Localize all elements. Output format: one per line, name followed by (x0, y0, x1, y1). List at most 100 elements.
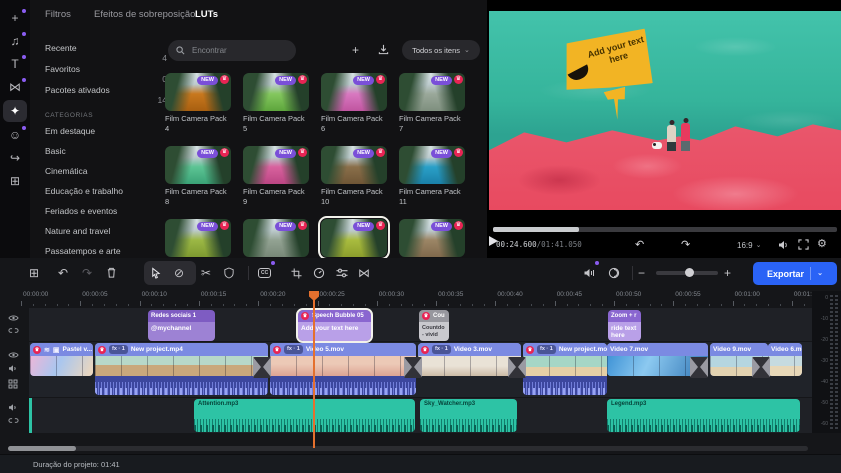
mask-shield-icon[interactable] (224, 264, 234, 282)
transition-icon[interactable] (508, 357, 526, 378)
lut-card[interactable]: NEW♛Film Camera Pack4 (165, 66, 235, 139)
timeline-scrollbar[interactable] (8, 446, 808, 451)
track-visibility-icon[interactable] (8, 351, 19, 359)
aspect-ratio-dropdown[interactable]: 16:9⌄ (737, 241, 761, 250)
lut-card[interactable]: NEW♛Film Camera Pack10 (321, 139, 391, 212)
step-back-icon[interactable]: ↶ (635, 237, 644, 253)
transition-icon[interactable]: ⋈ (358, 264, 370, 282)
search-input[interactable] (190, 45, 288, 56)
category-item[interactable]: Nature and travel (45, 226, 175, 240)
tab-luts[interactable]: LUTs (195, 9, 218, 20)
transition-icon[interactable] (253, 357, 271, 378)
split-scissors-icon[interactable]: ✂ (201, 264, 211, 282)
zoom-slider-knob[interactable] (685, 268, 694, 277)
track-options-icon[interactable] (8, 379, 18, 389)
track-mute-icon[interactable] (8, 364, 18, 373)
track-visibility-icon[interactable] (8, 314, 19, 322)
audio-clip[interactable]: Attention.mp3 (194, 399, 415, 432)
sidebar-item-recente[interactable]: Recente4 (45, 43, 175, 57)
gear-icon[interactable]: ⚙ (817, 237, 827, 250)
add-lut-button[interactable]: + (352, 41, 359, 59)
category-item[interactable]: Em destaque (45, 126, 175, 140)
lut-thumbnail[interactable]: NEW♛ (243, 73, 309, 111)
preview-scrubber[interactable] (493, 227, 837, 232)
transition-icon[interactable] (404, 357, 422, 378)
category-item[interactable]: Educação e trabalho (45, 186, 175, 200)
lut-card[interactable]: NEW♛ (321, 212, 391, 258)
lut-thumbnail[interactable]: NEW♛ (321, 219, 387, 257)
redo-icon[interactable]: ↷ (82, 264, 92, 282)
lut-card[interactable]: NEW♛ (165, 212, 235, 258)
category-item[interactable]: Basic (45, 146, 175, 160)
lut-card[interactable]: NEW♛ (243, 212, 313, 258)
lut-card[interactable]: NEW♛Film Camera Pack5 (243, 66, 313, 139)
download-icon[interactable] (378, 44, 389, 55)
text-clip[interactable]: ♛CouCountdo - vivid (419, 310, 449, 341)
rail-item-audio[interactable]: ♫ (3, 31, 27, 51)
video-clip[interactable]: ♛fx · 1Video 3.mov (418, 343, 521, 376)
lut-card[interactable]: NEW♛Film Camera Pack6 (321, 66, 391, 139)
audio-clip[interactable]: Sky_Watcher.mp3 (420, 399, 517, 432)
video-clip[interactable]: ♛≋▣Pastel v... (30, 343, 93, 376)
track-mute-icon[interactable] (8, 403, 18, 412)
zoom-in-icon[interactable]: + (724, 264, 731, 282)
rail-item-media[interactable]: + (3, 8, 27, 28)
lut-thumbnail[interactable]: NEW♛ (165, 73, 231, 111)
rail-item-stickers[interactable]: ☺ (3, 125, 27, 145)
search-box[interactable] (168, 40, 296, 61)
lut-card[interactable]: NEW♛Film Camera Pack7 (399, 66, 469, 139)
transition-icon[interactable] (752, 357, 770, 378)
scrollbar-thumb[interactable] (8, 446, 76, 451)
timeline-ruler[interactable]: 00:00:0000:00:0500:00:1000:00:1500:00:20… (0, 291, 812, 307)
video-clip[interactable]: Video 6.mov (768, 343, 802, 376)
captions-icon[interactable]: CC (258, 264, 271, 282)
rail-item-transitions[interactable]: ⋈ (3, 77, 27, 97)
pointer-tool-icon[interactable] (150, 264, 161, 282)
track-link-icon[interactable] (8, 417, 19, 424)
lut-card[interactable]: NEW♛Film Camera Pack8 (165, 139, 235, 212)
sidebar-item-pacotes-ativados[interactable]: Pacotes ativados14 (45, 85, 175, 99)
audio-clip[interactable]: Legend.mp3 (607, 399, 800, 432)
rail-item-text[interactable]: T (3, 54, 27, 74)
adjust-sliders-icon[interactable] (336, 264, 348, 282)
items-filter-dropdown[interactable]: Todos os itens⌄ (402, 40, 480, 60)
step-forward-icon[interactable]: ↷ (681, 237, 690, 253)
volume-icon[interactable] (777, 239, 789, 251)
rail-item-templates[interactable]: ⊞ (3, 171, 27, 191)
category-item[interactable]: Cinemática (45, 166, 175, 180)
tab-efeitos-sobreposicao[interactable]: Efeitos de sobreposição (94, 9, 195, 20)
undo-icon[interactable]: ↶ (58, 264, 68, 282)
lut-card[interactable]: NEW♛ (399, 212, 469, 258)
category-item[interactable]: Feriados e eventos (45, 206, 175, 220)
video-clip[interactable]: ♛fx · 1New project.mp4 (95, 343, 268, 395)
lut-thumbnail[interactable]: NEW♛ (399, 219, 465, 257)
disable-clip-icon[interactable]: ⊘ (174, 264, 184, 282)
lut-thumbnail[interactable]: NEW♛ (165, 146, 231, 184)
timeline-zoom-slider[interactable] (656, 271, 718, 275)
render-preview-icon[interactable] (608, 264, 620, 282)
export-button[interactable]: Exportar⌄ (753, 262, 837, 285)
video-clip[interactable]: ♛fx · 1New project.mov (523, 343, 607, 395)
tab-filtros[interactable]: Filtros (45, 9, 71, 20)
text-clip[interactable]: Redes sociais 1@mychannel (148, 310, 215, 341)
category-item[interactable]: Passatempos e arte (45, 246, 175, 258)
audio-mixer-icon[interactable] (583, 264, 595, 282)
add-to-track-icon[interactable]: ⊞ (29, 264, 39, 282)
delete-icon[interactable] (106, 264, 117, 282)
fullscreen-icon[interactable] (798, 239, 809, 250)
crop-icon[interactable] (291, 264, 302, 282)
lut-thumbnail[interactable]: NEW♛ (243, 219, 309, 257)
lut-thumbnail[interactable]: NEW♛ (243, 146, 309, 184)
track-link-icon[interactable] (8, 327, 19, 334)
lut-thumbnail[interactable]: NEW♛ (399, 73, 465, 111)
sidebar-item-favoritos[interactable]: Favoritos0 (45, 64, 175, 78)
rail-item-effects[interactable]: ✦ (3, 100, 27, 122)
transition-icon[interactable] (690, 357, 708, 378)
lut-thumbnail[interactable]: NEW♛ (165, 219, 231, 257)
rail-item-plugins[interactable]: ↪ (3, 148, 27, 168)
selected-text-clip[interactable]: ♛Speech Bubble 05Add your text here (298, 310, 371, 341)
video-clip[interactable]: ♛fx · 1Video 5.mov (270, 343, 416, 395)
lut-thumbnail[interactable]: NEW♛ (321, 146, 387, 184)
zoom-out-icon[interactable]: − (638, 264, 645, 282)
lut-card[interactable]: NEW♛Film Camera Pack9 (243, 139, 313, 212)
